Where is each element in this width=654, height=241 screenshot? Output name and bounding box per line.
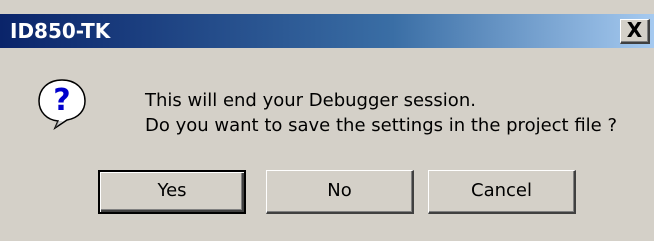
no-button[interactable]: No [266, 170, 414, 214]
message-line-2: Do you want to save the settings in the … [145, 115, 618, 136]
dialog-message: This will end your Debugger session. Do … [145, 88, 617, 138]
yes-button[interactable]: Yes [98, 170, 246, 214]
close-button[interactable]: X [620, 19, 650, 44]
close-icon: X [626, 18, 643, 42]
cancel-button-label: Cancel [471, 180, 532, 201]
svg-text:?: ? [53, 83, 70, 118]
title-bar[interactable]: ID850-TK X [0, 14, 654, 48]
yes-button-label: Yes [157, 180, 187, 201]
message-line-1: This will end your Debugger session. [145, 90, 476, 111]
save-settings-dialog: ID850-TK X ? This will end your Debugger… [0, 0, 654, 241]
question-icon: ? [38, 79, 86, 130]
no-button-label: No [327, 180, 352, 201]
cancel-button[interactable]: Cancel [428, 170, 576, 214]
window-title: ID850-TK [10, 19, 111, 43]
